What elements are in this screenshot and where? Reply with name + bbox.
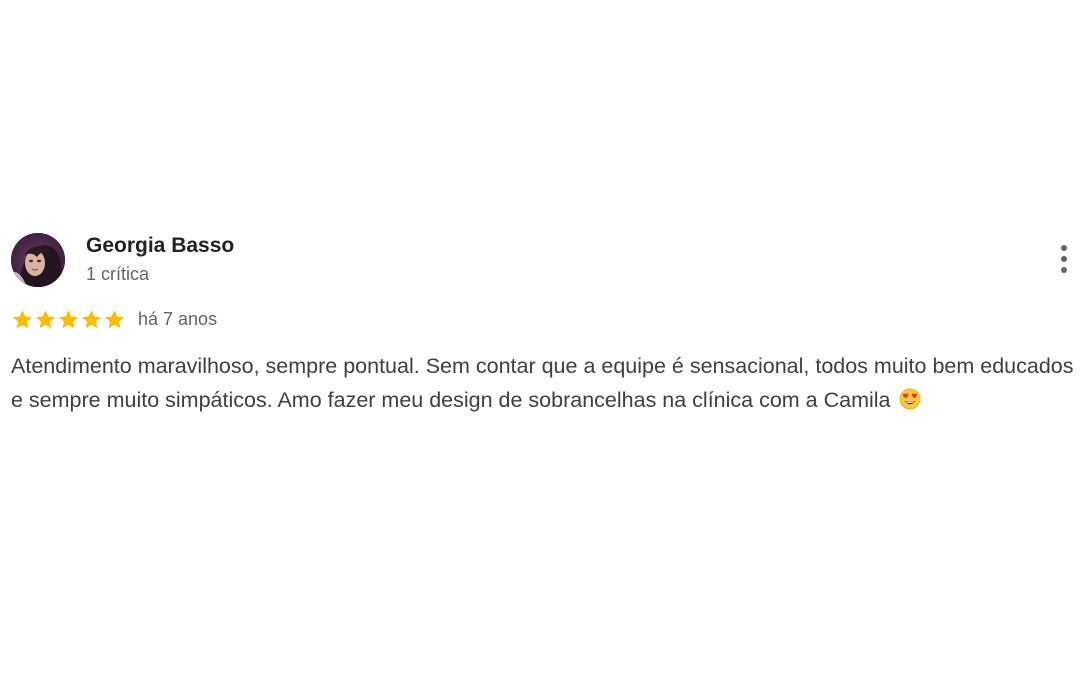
star-icon [13,309,32,328]
star-icon [36,309,55,328]
star-rating: há 7 anos [11,306,217,332]
avatar[interactable] [11,233,65,287]
smiling-face-with-heart-eyes-icon [899,388,920,409]
author-review-count[interactable]: 1 crítica [86,262,149,286]
author-name[interactable]: Georgia Basso [86,233,234,259]
review-card: Georgia Basso 1 crítica há 7 anos Atendi… [0,0,1080,673]
star-icon [105,309,124,328]
star-icon [82,309,101,328]
star-icon [59,309,78,328]
review-text-block: Atendimento maravilhoso, sempre pontual.… [11,350,1075,417]
avatar-image [11,233,65,287]
review-time: há 7 anos [138,309,218,329]
more-vert-icon[interactable] [1052,242,1076,276]
